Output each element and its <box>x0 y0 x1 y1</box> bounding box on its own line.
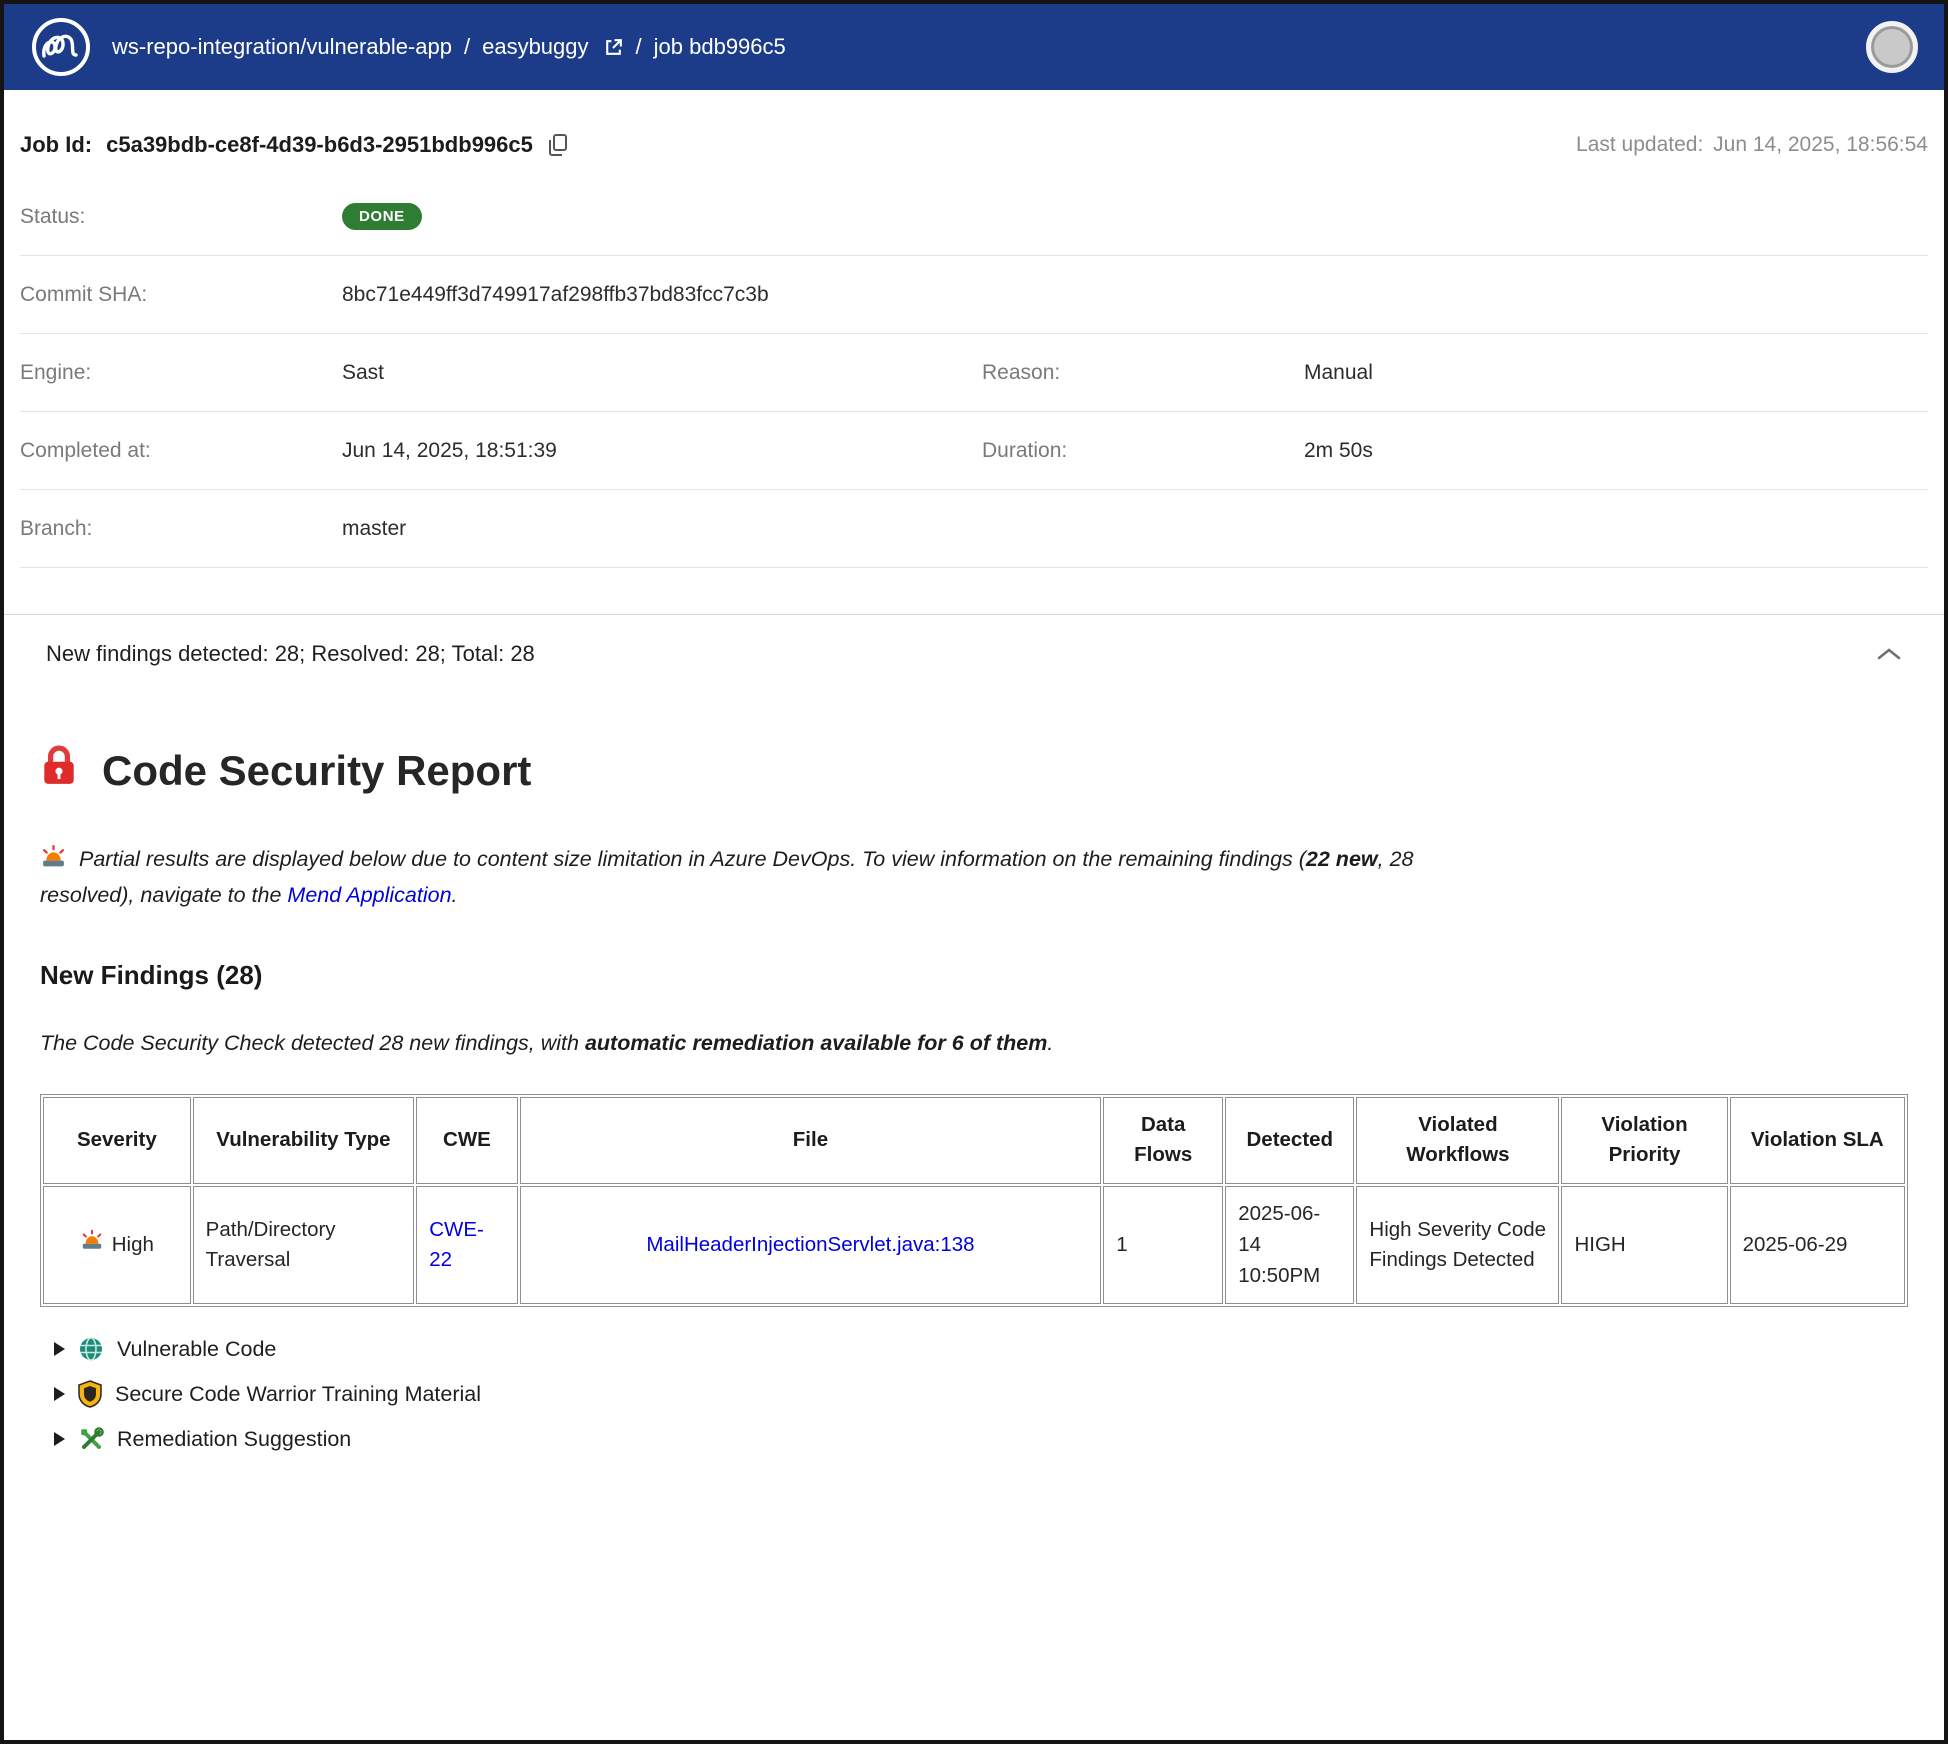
col-header-data-flows: Data Flows <box>1103 1097 1223 1185</box>
findings-summary-bar[interactable]: New findings detected: 28; Resolved: 28;… <box>4 614 1944 693</box>
globe-icon <box>78 1336 104 1362</box>
job-header: Job Id: c5a39bdb-ce8f-4d39-b6d3-2951bdb9… <box>4 90 1944 178</box>
mend-application-link[interactable]: Mend Application <box>287 883 451 907</box>
alarm-icon <box>80 1228 104 1262</box>
report-title-row: Code Security Report <box>40 745 1908 797</box>
reason-label: Reason: <box>982 361 1304 385</box>
col-header-violation-sla: Violation SLA <box>1730 1097 1905 1185</box>
breadcrumb-repo-link[interactable]: ws-repo-integration/vulnerable-app <box>112 34 452 60</box>
expand-triangle-icon[interactable] <box>54 1387 65 1401</box>
commit-sha-label: Commit SHA: <box>20 283 342 307</box>
chevron-up-icon[interactable] <box>1876 646 1902 662</box>
expand-triangle-icon[interactable] <box>54 1432 65 1446</box>
tools-icon <box>78 1426 104 1452</box>
violation-sla-cell: 2025-06-29 <box>1730 1186 1905 1304</box>
field-row-branch: Branch: master <box>20 490 1928 568</box>
field-row-completed-duration: Completed at: Jun 14, 2025, 18:51:39 Dur… <box>20 412 1928 490</box>
col-header-violation-priority: Violation Priority <box>1561 1097 1727 1185</box>
copy-icon[interactable] <box>547 133 569 158</box>
breadcrumb-separator: / <box>636 34 642 60</box>
duration-value: 2m 50s <box>1304 439 1928 463</box>
job-details-page: ws-repo-integration/vulnerable-app / eas… <box>0 0 1948 1744</box>
col-header-detected: Detected <box>1225 1097 1354 1185</box>
shield-icon <box>78 1380 102 1408</box>
report-title: Code Security Report <box>102 747 531 795</box>
top-navbar: ws-repo-integration/vulnerable-app / eas… <box>4 4 1944 90</box>
col-header-violated-workflows: Violated Workflows <box>1356 1097 1559 1185</box>
breadcrumb-job-label: job bdb996c5 <box>654 34 786 60</box>
alarm-icon <box>40 843 67 880</box>
col-header-cwe: CWE <box>416 1097 518 1185</box>
col-header-file: File <box>520 1097 1102 1185</box>
cwe-link[interactable]: CWE-22 <box>429 1218 484 1272</box>
intro-text-1: The Code Security Check detected 28 new … <box>40 1031 585 1055</box>
table-row: High Path/Directory Traversal CWE-22 Mai… <box>43 1186 1905 1304</box>
expander-label: Vulnerable Code <box>117 1337 276 1362</box>
expander-vulnerable-code[interactable]: Vulnerable Code <box>40 1327 1908 1371</box>
notice-text-1: Partial results are displayed below due … <box>79 847 1306 871</box>
completed-at-label: Completed at: <box>20 439 342 463</box>
col-header-vulnerability-type: Vulnerability Type <box>193 1097 415 1185</box>
findings-table: Severity Vulnerability Type CWE File Dat… <box>40 1094 1908 1308</box>
finding-detail-expanders: Vulnerable Code Secure Code Warrior Trai… <box>40 1327 1908 1461</box>
lock-icon <box>40 745 78 797</box>
status-badge: DONE <box>342 203 422 230</box>
engine-label: Engine: <box>20 361 342 385</box>
severity-value: High <box>112 1230 154 1261</box>
code-security-report: Code Security Report Partial results are… <box>4 745 1944 1461</box>
breadcrumb: ws-repo-integration/vulnerable-app / eas… <box>112 34 786 60</box>
duration-label: Duration: <box>982 439 1304 463</box>
engine-value: Sast <box>342 361 982 385</box>
data-flows-cell: 1 <box>1103 1186 1223 1304</box>
status-label: Status: <box>20 205 342 229</box>
reason-value: Manual <box>1304 361 1928 385</box>
breadcrumb-separator: / <box>464 34 470 60</box>
branch-value: master <box>342 517 982 541</box>
user-avatar[interactable] <box>1866 21 1918 73</box>
commit-sha-value: 8bc71e449ff3d749917af298ffb37bd83fcc7c3b <box>342 283 982 307</box>
field-row-engine-reason: Engine: Sast Reason: Manual <box>20 334 1928 412</box>
findings-intro: The Code Security Check detected 28 new … <box>40 1031 1908 1056</box>
violation-priority-cell: HIGH <box>1561 1186 1727 1304</box>
job-id-value: c5a39bdb-ce8f-4d39-b6d3-2951bdb996c5 <box>106 132 533 158</box>
violated-workflows-cell: High Severity Code Findings Detected <box>1356 1186 1559 1304</box>
expander-training-material[interactable]: Secure Code Warrior Training Material <box>40 1371 1908 1417</box>
job-id: Job Id: c5a39bdb-ce8f-4d39-b6d3-2951bdb9… <box>20 132 569 158</box>
intro-text-2: . <box>1047 1031 1053 1055</box>
findings-summary-text: New findings detected: 28; Resolved: 28;… <box>46 641 535 667</box>
mend-logo-icon[interactable] <box>30 16 92 78</box>
new-findings-heading: New Findings (28) <box>40 960 1908 991</box>
expander-label: Remediation Suggestion <box>117 1427 351 1452</box>
breadcrumb-project-link[interactable]: easybuggy <box>482 34 588 60</box>
last-updated: Last updated: Jun 14, 2025, 18:56:54 <box>1572 133 1928 157</box>
notice-text-3: . <box>452 883 458 907</box>
expand-triangle-icon[interactable] <box>54 1342 65 1356</box>
expander-label: Secure Code Warrior Training Material <box>115 1382 481 1407</box>
last-updated-label: Last updated: <box>1576 133 1703 156</box>
detected-cell: 2025-06-14 10:50PM <box>1225 1186 1354 1304</box>
completed-at-value: Jun 14, 2025, 18:51:39 <box>342 439 982 463</box>
external-link-icon[interactable] <box>603 37 624 58</box>
vulnerability-type-cell: Path/Directory Traversal <box>193 1186 415 1304</box>
job-id-label: Job Id: <box>20 132 92 158</box>
notice-bold-new-count: 22 new <box>1306 847 1378 871</box>
expander-remediation-suggestion[interactable]: Remediation Suggestion <box>40 1417 1908 1461</box>
partial-results-notice: Partial results are displayed below due … <box>40 843 1490 912</box>
branch-label: Branch: <box>20 517 342 541</box>
field-row-commit: Commit SHA: 8bc71e449ff3d749917af298ffb3… <box>20 256 1928 334</box>
last-updated-value: Jun 14, 2025, 18:56:54 <box>1713 133 1928 156</box>
intro-bold-remediation: automatic remediation available for 6 of… <box>585 1031 1047 1055</box>
table-header-row: Severity Vulnerability Type CWE File Dat… <box>43 1097 1905 1185</box>
job-fields: Status: DONE Commit SHA: 8bc71e449ff3d74… <box>4 178 1944 568</box>
file-link[interactable]: MailHeaderInjectionServlet.java:138 <box>646 1233 974 1256</box>
field-row-status: Status: DONE <box>20 178 1928 256</box>
col-header-severity: Severity <box>43 1097 191 1185</box>
